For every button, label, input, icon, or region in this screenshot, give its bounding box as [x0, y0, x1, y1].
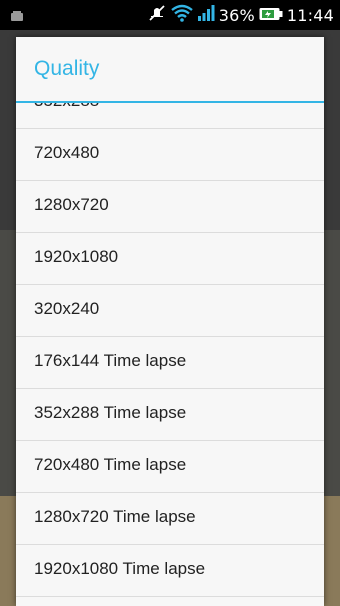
- notification-icon: [10, 7, 24, 21]
- list-item[interactable]: 720x480 Time lapse: [16, 441, 324, 493]
- status-icons: 36% 11:44: [147, 0, 334, 30]
- list-item[interactable]: 1280x720 Time lapse: [16, 493, 324, 545]
- list-item[interactable]: 1280x720: [16, 181, 324, 233]
- dialog-title-bar: Quality: [16, 37, 324, 103]
- background-image-left: [0, 496, 16, 606]
- list-item-label: 720x480: [34, 143, 100, 162]
- list-item-label: 1920x1080 Time lapse: [34, 559, 206, 578]
- quality-list-content: 352x288 720x480 1280x720 1920x1080 320x2…: [16, 103, 324, 597]
- screen: 36% 11:44 Quality 352x288 720x480: [0, 0, 340, 606]
- background-image-right: [324, 496, 340, 606]
- list-item-label: 176x144 Time lapse: [34, 351, 187, 370]
- list-item[interactable]: 320x240: [16, 285, 324, 337]
- clock: 11:44: [286, 5, 334, 25]
- list-item[interactable]: 720x480: [16, 129, 324, 181]
- list-item[interactable]: 1920x1080: [16, 233, 324, 285]
- list-item-label: 320x240: [34, 299, 100, 318]
- list-item-label: 352x288 Time lapse: [34, 403, 187, 422]
- list-item-label: 1280x720: [34, 195, 109, 214]
- dialog-title: Quality: [34, 57, 100, 80]
- quality-dialog: Quality 352x288 720x480 1280x720 1920x10…: [16, 37, 324, 606]
- battery-percent: 36%: [218, 5, 255, 25]
- wifi-icon: [170, 4, 193, 26]
- signal-icon: [197, 4, 215, 26]
- list-item[interactable]: 352x288 Time lapse: [16, 389, 324, 441]
- list-item-label: 352x288: [34, 103, 99, 111]
- list-item[interactable]: 1920x1080 Time lapse: [16, 545, 324, 597]
- list-item-label: 1280x720 Time lapse: [34, 507, 196, 526]
- list-item-label: 720x480 Time lapse: [34, 455, 187, 474]
- list-item[interactable]: 176x144 Time lapse: [16, 337, 324, 389]
- list-item[interactable]: 352x288: [16, 103, 324, 129]
- status-bar: 36% 11:44: [0, 0, 340, 30]
- mute-icon: [147, 4, 167, 26]
- battery-icon: [259, 6, 283, 25]
- quality-list[interactable]: 352x288 720x480 1280x720 1920x1080 320x2…: [16, 103, 324, 604]
- list-item-label: 1920x1080: [34, 247, 119, 266]
